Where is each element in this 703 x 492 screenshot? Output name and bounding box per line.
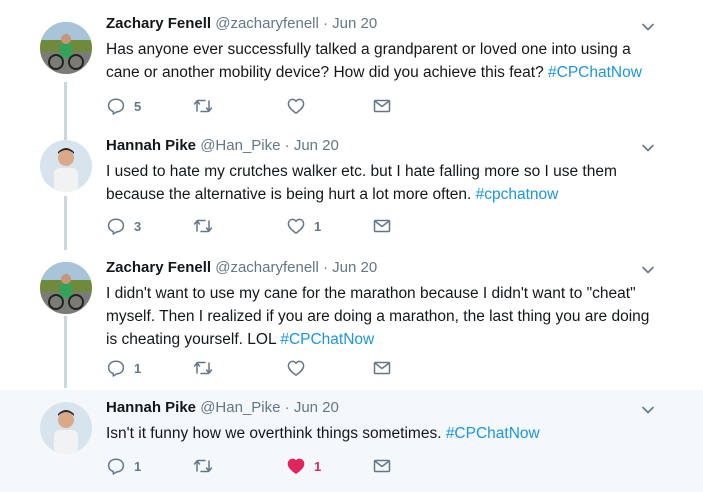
separator: ·	[323, 259, 328, 276]
tweet-header: Hannah Pike @Han_Pike · Jun 20	[106, 136, 339, 156]
timestamp[interactable]: Jun 20	[294, 399, 339, 416]
direct-message-button[interactable]	[372, 456, 392, 476]
retweet-button[interactable]	[192, 358, 214, 378]
heart-icon	[286, 456, 306, 476]
reply-count: 1	[134, 360, 142, 376]
tweet-actions: 1	[106, 358, 406, 378]
separator: ·	[284, 137, 290, 154]
tweet-actions: 5	[106, 96, 406, 116]
separator: ·	[284, 399, 290, 416]
avatar[interactable]	[40, 22, 92, 74]
like-button[interactable]	[286, 358, 314, 378]
tweet[interactable]: Zachary Fenell @zacharyfenell · Jun 20 I…	[0, 250, 703, 390]
author-name[interactable]: Zachary Fenell	[106, 259, 211, 276]
reply-button[interactable]: 1	[106, 358, 141, 378]
like-button[interactable]: 1	[286, 456, 321, 476]
tweet[interactable]: Hannah Pike @Han_Pike · Jun 20 Isn't it …	[0, 390, 703, 492]
retweet-button[interactable]	[192, 96, 214, 116]
chevron-down-icon[interactable]	[640, 402, 656, 418]
hashtag-link[interactable]: #CPChatNow	[446, 425, 540, 442]
heart-icon	[286, 96, 306, 116]
reply-count: 3	[134, 218, 142, 234]
retweet-icon	[192, 96, 214, 116]
envelope-icon	[372, 358, 392, 378]
tweet-actions: 3 1	[106, 216, 406, 236]
avatar[interactable]	[40, 402, 92, 454]
reply-button[interactable]: 5	[106, 96, 141, 116]
author-name[interactable]: Hannah Pike	[106, 399, 196, 416]
reply-button[interactable]: 1	[106, 456, 141, 476]
retweet-icon	[192, 216, 214, 236]
separator: ·	[323, 15, 328, 32]
tweet-text-line: I used to hate my crutches walker etc. b…	[106, 163, 617, 180]
author-handle[interactable]: @Han_Pike	[200, 137, 280, 154]
hashtag-link[interactable]: #CPChatNow	[280, 331, 374, 348]
like-button[interactable]	[286, 96, 314, 116]
tweet-text-line: cane or another mobility device? How did…	[106, 64, 548, 81]
reply-icon	[106, 216, 126, 236]
like-count: 1	[314, 458, 322, 474]
tweet[interactable]: Zachary Fenell @zacharyfenell · Jun 20 H…	[0, 0, 703, 128]
tweet-text: I used to hate my crutches walker etc. b…	[106, 160, 666, 206]
author-handle[interactable]: @zacharyfenell	[215, 15, 319, 32]
hashtag-link[interactable]: #CPChatNow	[548, 64, 642, 81]
reply-icon	[106, 358, 126, 378]
tweet-text: I didn't want to use my cane for the mar…	[106, 282, 666, 351]
tweet-text: Has anyone ever successfully talked a gr…	[106, 38, 666, 84]
timestamp[interactable]: Jun 20	[294, 137, 339, 154]
tweet-text-line: myself. Then I realized if you are doing…	[106, 308, 650, 325]
tweet-text-line: because the alternative is being hurt a …	[106, 186, 476, 203]
heart-icon	[286, 358, 306, 378]
tweet-actions: 1 1	[106, 456, 406, 476]
avatar[interactable]	[40, 262, 92, 314]
tweet-text-line: I didn't want to use my cane for the mar…	[106, 285, 636, 302]
tweet-header: Hannah Pike @Han_Pike · Jun 20	[106, 398, 339, 418]
timestamp[interactable]: Jun 20	[332, 15, 377, 32]
envelope-icon	[372, 456, 392, 476]
tweet-header: Zachary Fenell @zacharyfenell · Jun 20	[106, 14, 377, 34]
reply-count: 5	[134, 98, 142, 114]
tweet-header: Zachary Fenell @zacharyfenell · Jun 20	[106, 258, 377, 278]
reply-count: 1	[134, 458, 142, 474]
timestamp[interactable]: Jun 20	[332, 259, 377, 276]
retweet-icon	[192, 456, 214, 476]
author-handle[interactable]: @Han_Pike	[200, 399, 280, 416]
direct-message-button[interactable]	[372, 358, 392, 378]
like-count: 1	[314, 218, 322, 234]
avatar[interactable]	[40, 140, 92, 192]
heart-icon	[286, 216, 306, 236]
reply-icon	[106, 456, 126, 476]
direct-message-button[interactable]	[372, 216, 392, 236]
retweet-button[interactable]	[192, 456, 214, 476]
tweet-text-line: is cheating yourself. LOL	[106, 331, 281, 348]
tweet-text-line: Isn't it funny how we overthink things s…	[106, 425, 446, 442]
chevron-down-icon[interactable]	[640, 19, 656, 35]
retweet-button[interactable]	[192, 216, 214, 236]
chevron-down-icon[interactable]	[640, 140, 656, 156]
author-handle[interactable]: @zacharyfenell	[215, 259, 319, 276]
chevron-down-icon[interactable]	[640, 262, 656, 278]
reply-button[interactable]: 3	[106, 216, 141, 236]
hashtag-link[interactable]: #cpchatnow	[476, 186, 559, 203]
envelope-icon	[372, 216, 392, 236]
tweet[interactable]: Hannah Pike @Han_Pike · Jun 20 I used to…	[0, 128, 703, 250]
tweet-text: Isn't it funny how we overthink things s…	[106, 422, 666, 445]
like-button[interactable]: 1	[286, 216, 321, 236]
tweet-text-line: Has anyone ever successfully talked a gr…	[106, 41, 631, 58]
author-name[interactable]: Hannah Pike	[106, 137, 196, 154]
reply-icon	[106, 96, 126, 116]
author-name[interactable]: Zachary Fenell	[106, 15, 211, 32]
direct-message-button[interactable]	[372, 96, 392, 116]
envelope-icon	[372, 96, 392, 116]
retweet-icon	[192, 358, 214, 378]
